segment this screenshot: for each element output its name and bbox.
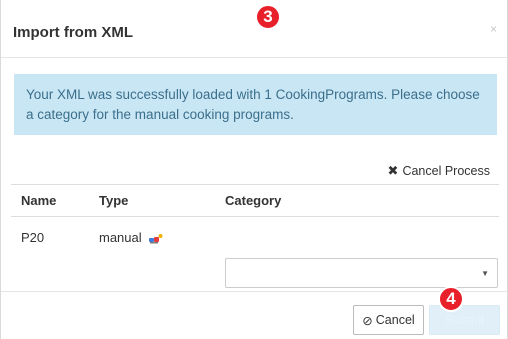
- manual-program-icon: [149, 233, 163, 244]
- cancel-process-link[interactable]: ✖ Cancel Process: [388, 163, 490, 179]
- dialog-title: Import from XML: [13, 24, 133, 41]
- chevron-down-icon: ▼: [481, 269, 489, 278]
- dialog-header: Import from XML ×: [1, 0, 507, 58]
- header-type: Type: [99, 193, 129, 208]
- footer-divider: [1, 291, 507, 292]
- close-icon[interactable]: ×: [490, 22, 497, 36]
- import-xml-dialog: Import from XML × 3 Your XML was success…: [0, 0, 508, 339]
- step-badge-3: 3: [255, 4, 281, 30]
- category-select[interactable]: ▼: [225, 258, 498, 288]
- row-type: manual: [99, 230, 164, 245]
- row-name: P20: [21, 230, 45, 245]
- submit-button[interactable]: Submit: [429, 305, 500, 335]
- programs-table: Name Type Category P20 manual ▼: [11, 184, 499, 288]
- cancel-process-label: Cancel Process: [402, 164, 490, 178]
- table-header: Name Type Category: [11, 184, 499, 217]
- header-name: Name: [21, 193, 57, 208]
- cancel-button-label: Cancel: [375, 313, 415, 327]
- table-row: P20 manual ▼: [11, 217, 499, 288]
- cancel-button[interactable]: ⊘ Cancel: [353, 305, 424, 335]
- header-category: Category: [225, 193, 282, 208]
- ban-icon: ⊘: [362, 313, 373, 328]
- step-badge-4: 4: [438, 286, 464, 312]
- cancel-x-icon: ✖: [387, 163, 399, 178]
- row-type-label: manual: [99, 230, 142, 245]
- success-alert: Your XML was successfully loaded with 1 …: [14, 74, 497, 135]
